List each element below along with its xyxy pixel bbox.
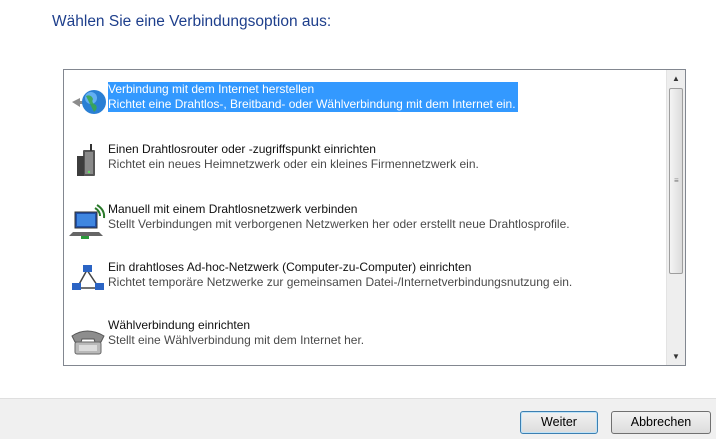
wireless-network-icon [69,202,107,244]
globe-network-icon [69,82,107,124]
option-title: Manuell mit einem Drahtlosnetzwerk verbi… [108,202,358,216]
option-title: Wählverbindung einrichten [108,318,251,332]
connection-options-list[interactable]: Verbindung mit dem Internet herstellen R… [63,69,686,366]
wireless-router-icon [69,142,107,184]
list-item-manual-wireless[interactable]: Manuell mit einem Drahtlosnetzwerk verbi… [64,202,665,254]
vertical-scrollbar[interactable]: ▲ ≡ ▼ [666,70,685,365]
next-button[interactable]: Weiter [520,411,598,434]
list-item-router[interactable]: Einen Drahtlosrouter oder -zugriffspunkt… [64,142,665,194]
scrollbar-thumb[interactable]: ≡ [669,88,683,274]
page-title: Wählen Sie eine Verbindungsoption aus: [52,13,332,30]
list-item-internet[interactable]: Verbindung mit dem Internet herstellen R… [64,82,665,134]
option-description: Richtet temporäre Netzwerke zur gemeinsa… [108,275,573,289]
option-description: Richtet eine Drahtlos-, Breitband- oder … [108,97,516,111]
option-title: Ein drahtloses Ad-hoc-Netzwerk (Computer… [108,260,472,274]
dialup-phone-icon [69,318,107,360]
adhoc-network-icon [69,260,107,302]
list-item-adhoc[interactable]: Ein drahtloses Ad-hoc-Netzwerk (Computer… [64,260,665,312]
scroll-down-arrow-icon[interactable]: ▼ [667,348,685,365]
grip-icon: ≡ [674,176,679,185]
footer-bar: Weiter Abbrechen [0,398,716,439]
scroll-up-arrow-icon[interactable]: ▲ [667,70,685,87]
list-item-dialup[interactable]: Wählverbindung einrichten Stellt eine Wä… [64,318,665,365]
cancel-button[interactable]: Abbrechen [611,411,711,434]
option-description: Stellt eine Wählverbindung mit dem Inter… [108,333,365,347]
connection-wizard: Wählen Sie eine Verbindungsoption aus: V… [0,0,716,439]
option-description: Stellt Verbindungen mit verborgenen Netz… [108,217,570,231]
option-description: Richtet ein neues Heimnetzwerk oder ein … [108,157,479,171]
option-title: Verbindung mit dem Internet herstellen [108,82,315,96]
option-title: Einen Drahtlosrouter oder -zugriffspunkt… [108,142,376,156]
